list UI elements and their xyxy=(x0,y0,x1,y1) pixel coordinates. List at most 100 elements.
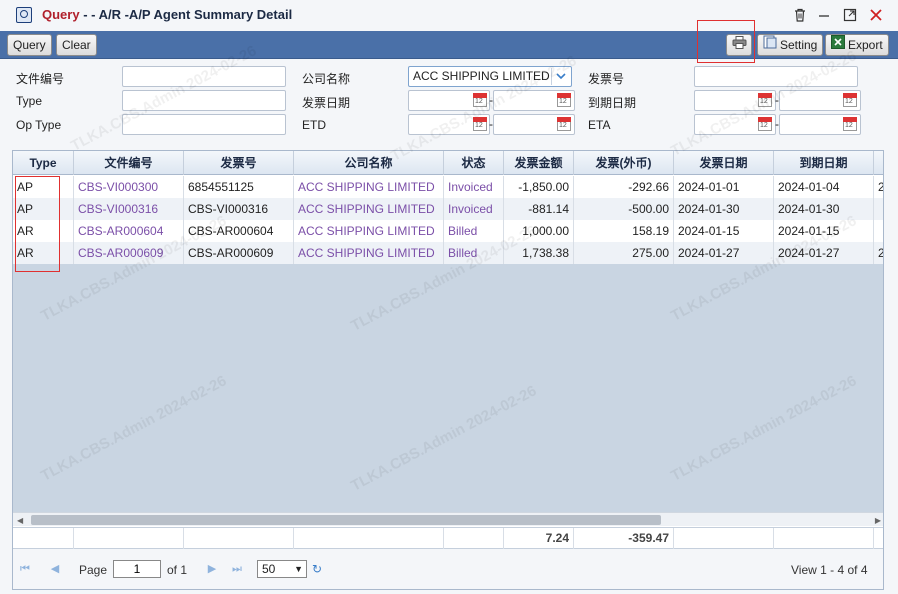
title-rest: - - A/R -A/P Agent Summary Detail xyxy=(83,7,293,22)
prev-page-icon[interactable]: ◀ xyxy=(49,563,61,575)
eta-label: ETA xyxy=(588,118,611,132)
grid-header: Type 文件编号 发票号 公司名称 状态 发票金额 发票(外币) 发票日期 到… xyxy=(13,151,883,175)
cell-status: Invoiced xyxy=(444,198,504,220)
totals-cell-empty xyxy=(774,528,874,549)
cell-invoice-date: 2024-01-30 xyxy=(674,198,774,220)
cell-extra xyxy=(874,198,883,220)
column-header-amount[interactable]: 发票金额 xyxy=(504,151,574,175)
calendar-icon[interactable]: 12 xyxy=(557,117,571,131)
table-row[interactable]: AP CBS-VI000316 CBS-VI000316 ACC SHIPPIN… xyxy=(13,198,883,220)
cell-invoice-date: 2024-01-01 xyxy=(674,176,774,198)
cell-invoice: CBS-AR000604 xyxy=(184,220,294,242)
calendar-icon[interactable]: 12 xyxy=(557,93,571,107)
column-header-fx-amount[interactable]: 发票(外币) xyxy=(574,151,674,175)
cell-company-link[interactable]: ACC SHIPPING LIMITED xyxy=(294,176,444,198)
invoice-no-input[interactable] xyxy=(694,66,858,87)
scroll-left-icon[interactable]: ◀ xyxy=(17,516,23,525)
cell-invoice: CBS-VI000316 xyxy=(184,198,294,220)
first-page-icon[interactable]: ⏮ xyxy=(19,563,31,575)
print-button[interactable] xyxy=(726,34,752,56)
cell-company-link[interactable]: ACC SHIPPING LIMITED xyxy=(294,242,444,264)
company-select[interactable]: ACC SHIPPING LIMITED xyxy=(408,66,572,87)
page-number-input[interactable] xyxy=(113,560,161,578)
clear-button[interactable]: Clear xyxy=(56,34,97,56)
cell-fx: 158.19 xyxy=(574,220,674,242)
totals-cell-empty xyxy=(184,528,294,549)
cell-company-link[interactable]: ACC SHIPPING LIMITED xyxy=(294,220,444,242)
column-header-extra xyxy=(874,151,883,175)
chevron-down-icon: ▼ xyxy=(294,564,303,574)
table-row[interactable]: AR CBS-AR000604 CBS-AR000604 ACC SHIPPIN… xyxy=(13,220,883,242)
export-button[interactable]: Export xyxy=(825,34,889,56)
setting-label: Setting xyxy=(780,38,818,52)
calendar-icon[interactable]: 12 xyxy=(758,117,772,131)
cell-type: AP xyxy=(13,176,74,198)
cell-extra xyxy=(874,220,883,242)
column-header-due-date[interactable]: 到期日期 xyxy=(774,151,874,175)
cell-doc-link[interactable]: CBS-VI000300 xyxy=(74,176,184,198)
cell-amount: -881.14 xyxy=(504,198,574,220)
table-row[interactable]: AR CBS-AR000609 CBS-AR000609 ACC SHIPPIN… xyxy=(13,242,883,264)
cell-company-link[interactable]: ACC SHIPPING LIMITED xyxy=(294,198,444,220)
refresh-icon[interactable]: ↻ xyxy=(311,563,323,575)
next-page-icon[interactable]: ▶ xyxy=(206,563,218,575)
setting-button[interactable]: Setting xyxy=(757,34,824,56)
cell-doc-link[interactable]: CBS-VI000316 xyxy=(74,198,184,220)
printer-icon xyxy=(732,35,747,55)
query-button[interactable]: Query xyxy=(7,34,52,56)
cell-status: Billed xyxy=(444,220,504,242)
excel-icon xyxy=(831,35,845,55)
last-page-icon[interactable]: ⏭ xyxy=(231,563,243,575)
query-app-icon xyxy=(16,7,32,23)
cell-amount: 1,738.38 xyxy=(504,242,574,264)
totals-cell-empty xyxy=(444,528,504,549)
column-header-type[interactable]: Type xyxy=(13,151,74,175)
cell-doc-link[interactable]: CBS-AR000609 xyxy=(74,242,184,264)
cell-invoice-date: 2024-01-15 xyxy=(674,220,774,242)
cell-status: Invoiced xyxy=(444,176,504,198)
due-date-label: 到期日期 xyxy=(588,96,637,110)
cell-amount: -1,850.00 xyxy=(504,176,574,198)
doc-no-input[interactable] xyxy=(122,66,286,87)
cell-invoice: 6854551125 xyxy=(184,176,294,198)
calendar-icon[interactable]: 12 xyxy=(758,93,772,107)
cell-due-date: 2024-01-04 xyxy=(774,176,874,198)
calendar-icon[interactable]: 12 xyxy=(473,117,487,131)
cell-doc-link[interactable]: CBS-AR000604 xyxy=(74,220,184,242)
scroll-right-icon[interactable]: ▶ xyxy=(875,516,881,525)
calendar-icon[interactable]: 12 xyxy=(473,93,487,107)
totals-cell-empty xyxy=(294,528,444,549)
cell-type: AP xyxy=(13,198,74,220)
column-header-invoice-no[interactable]: 发票号 xyxy=(184,151,294,175)
settings-icon xyxy=(763,35,777,55)
cell-fx: -500.00 xyxy=(574,198,674,220)
column-header-invoice-date[interactable]: 发票日期 xyxy=(674,151,774,175)
horizontal-scrollbar[interactable]: ◀ ▶ xyxy=(13,512,883,526)
totals-cell-empty xyxy=(74,528,184,549)
view-count-text: View 1 - 4 of 4 xyxy=(791,563,868,577)
page-size-value: 50 xyxy=(262,562,276,576)
company-select-value: ACC SHIPPING LIMITED xyxy=(413,69,550,83)
doc-no-label: 文件编号 xyxy=(16,72,65,86)
cell-due-date: 2024-01-15 xyxy=(774,220,874,242)
table-row[interactable]: AP CBS-VI000300 6854551125 ACC SHIPPING … xyxy=(13,176,883,198)
calendar-icon[interactable]: 12 xyxy=(843,117,857,131)
page-of-label: of 1 xyxy=(167,563,188,577)
chevron-down-icon xyxy=(551,68,569,85)
minimize-icon[interactable] xyxy=(814,5,834,25)
export-label: Export xyxy=(848,38,883,52)
trash-icon[interactable] xyxy=(790,5,810,25)
column-header-company[interactable]: 公司名称 xyxy=(294,151,444,175)
column-header-doc-no[interactable]: 文件编号 xyxy=(74,151,184,175)
op-type-input[interactable] xyxy=(122,114,286,135)
invoice-no-label: 发票号 xyxy=(588,72,625,86)
invoice-date-label: 发票日期 xyxy=(302,96,351,110)
close-icon[interactable] xyxy=(866,5,886,25)
page-size-select[interactable]: 50 ▼ xyxy=(257,560,307,578)
totals-cell-empty xyxy=(13,528,74,549)
calendar-icon[interactable]: 12 xyxy=(843,93,857,107)
scrollbar-thumb[interactable] xyxy=(31,515,661,525)
column-header-status[interactable]: 状态 xyxy=(444,151,504,175)
type-input[interactable] xyxy=(122,90,286,111)
maximize-icon[interactable] xyxy=(840,5,860,25)
